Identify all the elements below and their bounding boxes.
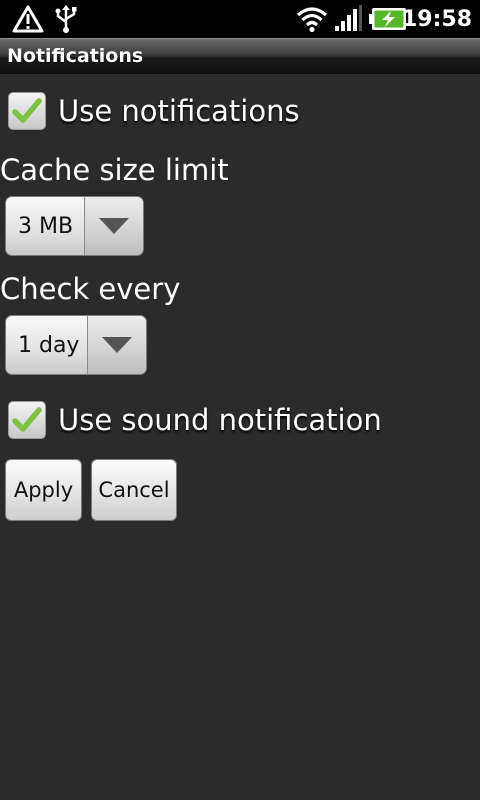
- cancel-button[interactable]: Cancel: [91, 459, 177, 521]
- checkmark-icon: [12, 407, 42, 432]
- wifi-icon: [296, 0, 328, 38]
- use-sound-checkbox[interactable]: Use sound notification: [8, 401, 382, 439]
- dropdown-value: 1 day: [6, 316, 88, 374]
- check-every-label: Check every: [0, 272, 181, 306]
- page-title: Notifications: [7, 45, 144, 67]
- signal-icon: [334, 0, 362, 38]
- chevron-down-icon[interactable]: [85, 197, 143, 255]
- checkmark-icon: [12, 98, 42, 123]
- checkbox-box[interactable]: [8, 92, 46, 130]
- cache-size-label: Cache size limit: [0, 153, 229, 187]
- alert-triangle-icon: [12, 0, 44, 38]
- status-bar: 19:58: [0, 0, 480, 38]
- apply-button[interactable]: Apply: [5, 459, 82, 521]
- use-notifications-checkbox[interactable]: Use notifications: [8, 92, 300, 130]
- checkbox-label: Use sound notification: [58, 403, 382, 437]
- chevron-down-icon[interactable]: [88, 316, 146, 374]
- clock: 19:58: [401, 6, 472, 32]
- check-every-dropdown[interactable]: 1 day: [5, 315, 147, 375]
- title-bar: Notifications: [0, 38, 480, 74]
- usb-icon: [54, 0, 78, 38]
- checkbox-label: Use notifications: [58, 94, 300, 128]
- dropdown-value: 3 MB: [6, 197, 85, 255]
- checkbox-box[interactable]: [8, 401, 46, 439]
- cache-size-dropdown[interactable]: 3 MB: [5, 196, 144, 256]
